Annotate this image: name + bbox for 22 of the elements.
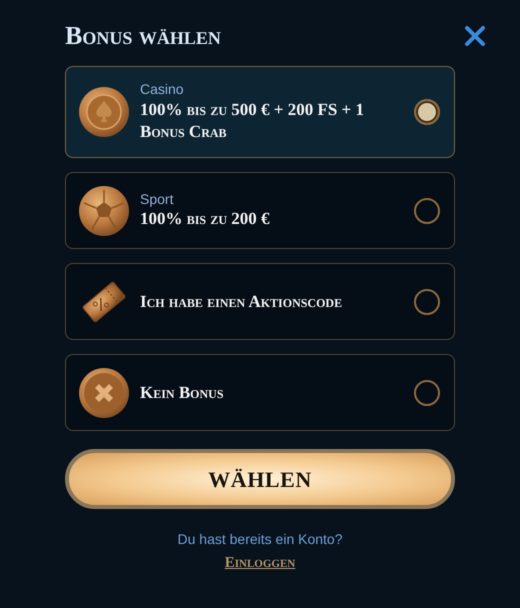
radio-button[interactable] bbox=[414, 288, 440, 314]
bonus-option[interactable]: Sport 100% bis zu 200 € bbox=[65, 172, 455, 249]
option-category: Sport bbox=[140, 190, 174, 208]
radio-button[interactable] bbox=[414, 198, 440, 224]
option-label: Kein Bonus bbox=[140, 382, 224, 404]
bonus-option[interactable]: Casino 100% bis zu 500 € + 200 FS + 1 Bonus Crab bbox=[65, 66, 455, 158]
option-label: 100% bis zu 200 € bbox=[140, 208, 271, 230]
close-icon bbox=[464, 25, 486, 47]
dialog-title: Bonus wählen bbox=[65, 23, 221, 49]
choose-button[interactable]: WÄHLEN bbox=[65, 449, 455, 509]
radio-button[interactable] bbox=[414, 99, 440, 125]
option-label: 100% bis zu 500 € + 200 FS + 1 Bonus Crab bbox=[140, 98, 365, 143]
bonus-option[interactable]: Ich habe einen Aktionscode bbox=[65, 263, 455, 340]
poker-chip-icon bbox=[78, 86, 130, 138]
soccer-ball-icon bbox=[78, 184, 130, 236]
cross-coin-icon bbox=[78, 366, 130, 418]
option-label: Ich habe einen Aktionscode bbox=[140, 290, 344, 312]
login-link[interactable]: Einloggen bbox=[224, 552, 296, 574]
login-prompt: Du hast bereits ein Konto? bbox=[178, 530, 342, 549]
option-category: Casino bbox=[140, 81, 185, 99]
bonus-option[interactable]: Kein Bonus bbox=[65, 354, 455, 431]
radio-button[interactable] bbox=[414, 380, 440, 406]
